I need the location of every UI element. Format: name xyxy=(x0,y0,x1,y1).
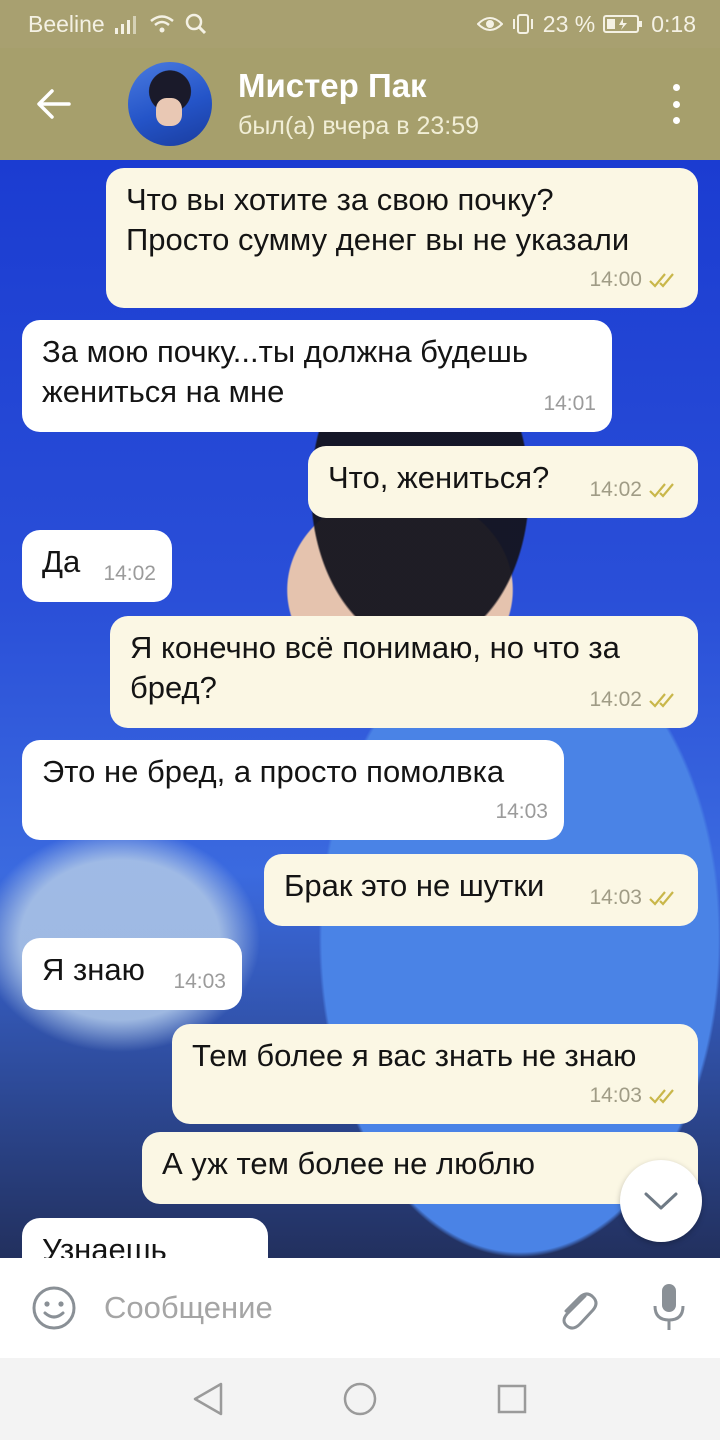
message-meta: 14:00 xyxy=(589,260,682,300)
nav-back-button[interactable] xyxy=(186,1377,230,1421)
message-time: 14:03 xyxy=(589,1084,642,1107)
message-bubble[interactable]: Я конечно всё понимаю, но что за бред? 1… xyxy=(110,616,698,728)
message-meta: 14:02 xyxy=(589,680,682,720)
arrow-left-icon xyxy=(37,89,71,119)
search-icon xyxy=(185,13,207,35)
message-time: 14:03 xyxy=(589,886,642,909)
message-bubble[interactable]: За мою почку...ты должна будешь жениться… xyxy=(22,320,612,432)
message-time: 14:02 xyxy=(589,688,642,711)
message-composer xyxy=(0,1258,720,1358)
signal-icon xyxy=(114,14,139,34)
message-text: За мою почку...ты должна будешь жениться… xyxy=(42,334,529,409)
microphone-button[interactable] xyxy=(644,1278,694,1338)
message-bubble[interactable]: А уж тем более не люблю 14: xyxy=(142,1132,698,1204)
message-bubble[interactable]: Я знаю 14:03 xyxy=(22,938,242,1010)
chevron-down-icon xyxy=(644,1192,678,1210)
message-meta: 14:03 xyxy=(589,1076,682,1116)
battery-icon xyxy=(603,14,643,34)
last-seen-status: был(а) вчера в 23:59 xyxy=(238,112,480,140)
message-bubble[interactable]: Это не бред, а просто помолвка 14:03 xyxy=(22,740,564,840)
chat-header: Мистер Пак был(а) вчера в 23:59 xyxy=(0,48,720,160)
message-bubble[interactable]: Да 14:02 xyxy=(22,530,172,602)
message-bubble[interactable]: Брак это не шутки 14:03 xyxy=(264,854,698,926)
message-time: 14:03 xyxy=(495,800,548,823)
more-menu-button[interactable] xyxy=(666,84,686,124)
chat-area[interactable]: Что вы хотите за свою почку? Просто сумм… xyxy=(0,160,720,1258)
contact-info[interactable]: Мистер Пак был(а) вчера в 23:59 xyxy=(238,66,479,142)
double-check-icon xyxy=(649,483,674,498)
message-bubble[interactable]: Узнаешь xyxy=(22,1218,268,1258)
message-bubble[interactable]: Что, жениться? 14:02 xyxy=(308,446,698,518)
double-check-icon xyxy=(649,891,674,906)
eye-icon xyxy=(476,15,503,33)
message-time: 14:03 xyxy=(173,970,226,993)
avatar[interactable] xyxy=(128,62,212,146)
nav-home-button[interactable] xyxy=(338,1377,382,1421)
message-time: 14:02 xyxy=(589,478,642,501)
scroll-down-button[interactable] xyxy=(620,1160,702,1242)
message-meta: 14:03 xyxy=(173,962,226,1002)
message-bubble[interactable]: Что вы хотите за свою почку? Просто сумм… xyxy=(106,168,698,308)
message-text: А уж тем более не люблю xyxy=(162,1146,536,1181)
wifi-icon xyxy=(149,14,175,34)
message-meta: 14:03 xyxy=(589,878,682,918)
double-check-icon xyxy=(649,273,674,288)
battery-percent: 23 % xyxy=(542,10,596,37)
message-text: Узнаешь xyxy=(42,1232,167,1258)
double-check-icon xyxy=(649,693,674,708)
message-time: 14:01 xyxy=(543,392,596,415)
paperclip-icon xyxy=(562,1292,598,1330)
message-meta: 14:02 xyxy=(589,470,682,510)
message-input[interactable] xyxy=(104,1290,524,1326)
message-meta: 14:02 xyxy=(103,554,156,594)
message-time: 14:00 xyxy=(589,268,642,291)
double-check-icon xyxy=(649,1089,674,1104)
attach-button[interactable] xyxy=(552,1280,602,1336)
microphone-icon xyxy=(653,1284,685,1330)
square-recents-icon xyxy=(497,1384,527,1414)
vibrate-icon xyxy=(511,13,535,35)
message-text: Тем более я вас знать не знаю xyxy=(192,1038,637,1073)
message-time: 14:02 xyxy=(103,562,156,585)
circle-home-icon xyxy=(343,1382,377,1416)
more-vertical-icon xyxy=(672,84,680,91)
smiley-icon xyxy=(32,1286,76,1330)
triangle-back-icon xyxy=(193,1382,223,1416)
message-text: Это не бред, а просто помолвка xyxy=(42,754,505,789)
contact-name: Мистер Пак xyxy=(238,67,427,104)
back-button[interactable] xyxy=(22,72,86,136)
message-meta: 14:01 xyxy=(543,384,596,424)
carrier-label: Beeline xyxy=(28,10,105,37)
message-meta: 14:03 xyxy=(495,792,548,832)
status-bar: Beeline 23 % 0:18 xyxy=(0,0,720,48)
message-bubble[interactable]: Тем более я вас знать не знаю 14:03 xyxy=(172,1024,698,1124)
nav-recents-button[interactable] xyxy=(490,1377,534,1421)
message-text: Что вы хотите за свою почку? Просто сумм… xyxy=(126,182,630,257)
system-nav-bar xyxy=(0,1358,720,1440)
clock: 0:18 xyxy=(651,10,696,37)
emoji-button[interactable] xyxy=(26,1280,82,1336)
